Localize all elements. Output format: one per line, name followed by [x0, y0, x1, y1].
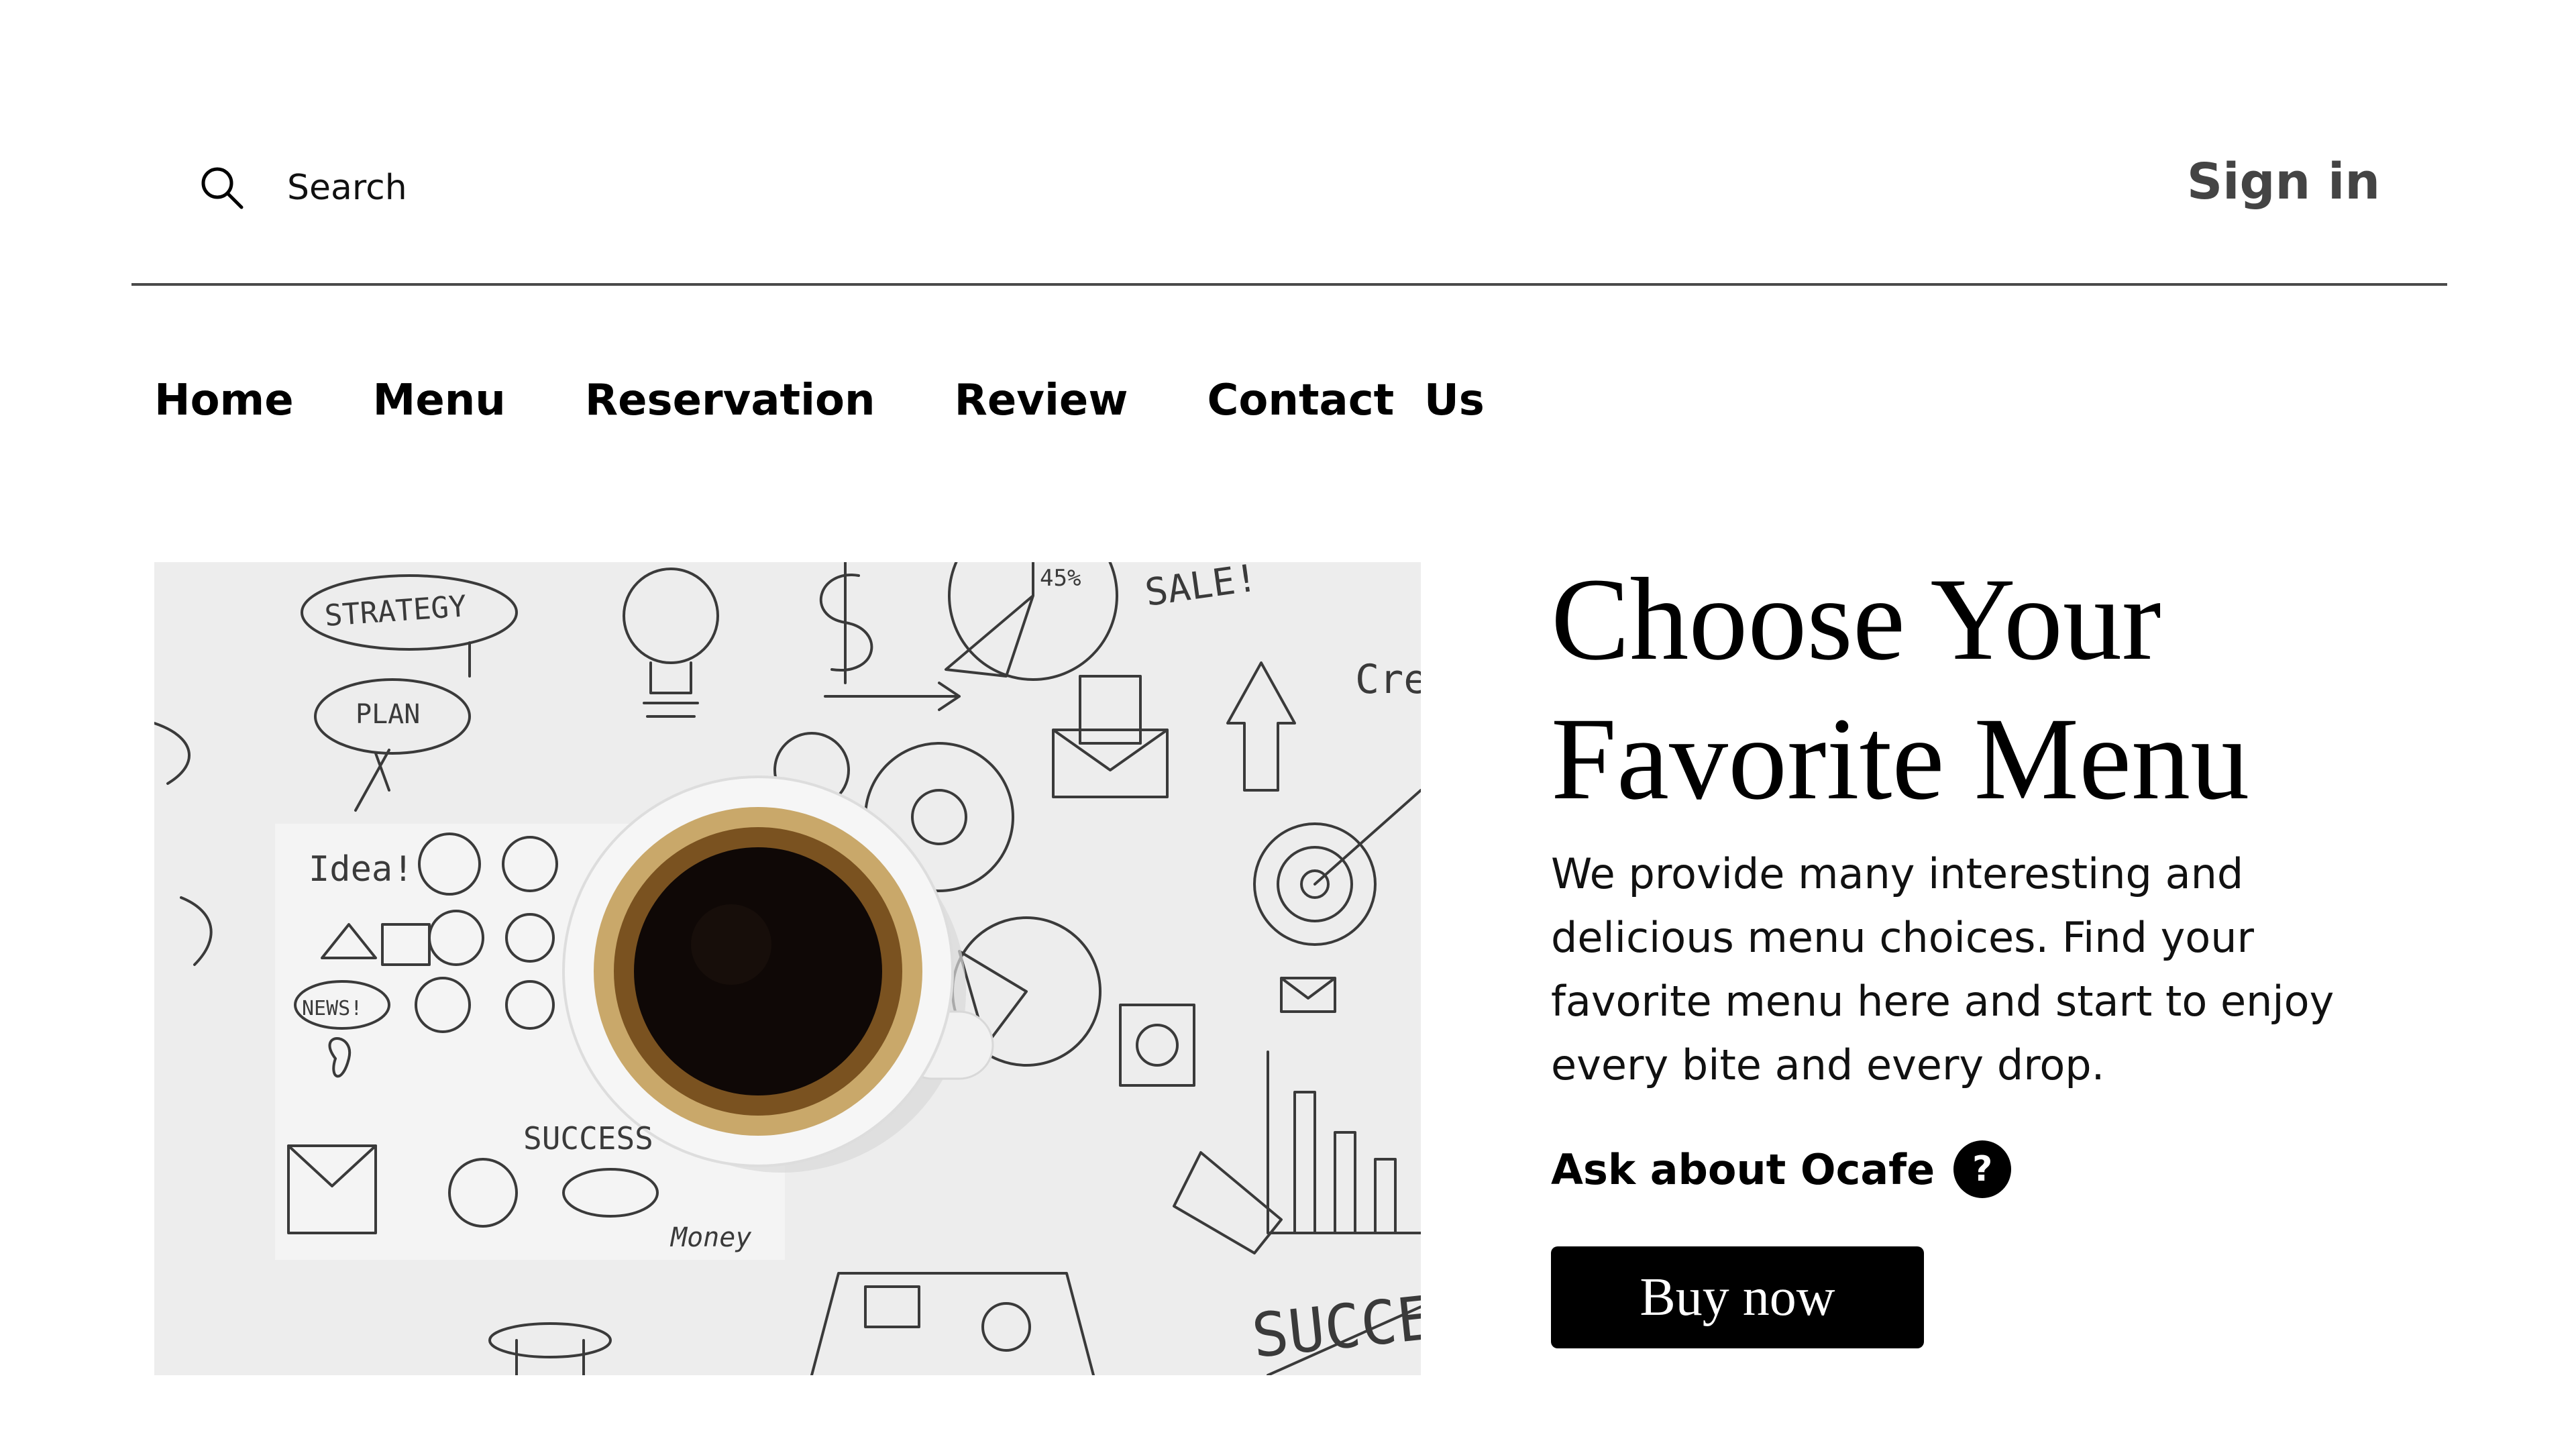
nav-item-menu[interactable]: Menu: [373, 376, 506, 425]
page: Sign in Home Menu Reservation Review Con…: [0, 0, 2576, 1449]
nav-item-reservation[interactable]: Reservation: [585, 376, 875, 425]
ask-about-link[interactable]: Ask about Ocafe ?: [1551, 1140, 2012, 1198]
hero-title: Choose Your Favorite Menu: [1551, 550, 2450, 829]
top-bar: Sign in: [131, 121, 2447, 286]
doodle-word-idea: Idea!: [309, 849, 414, 890]
search-icon[interactable]: [199, 164, 246, 211]
doodle-word-percent: 45%: [1040, 565, 1081, 592]
search-bar[interactable]: [199, 154, 891, 221]
coffee-doodle-illustration: STRATEGY PLAN SALE! 45% Idea! NEWS! SUCC…: [154, 562, 1421, 1375]
hero-title-line2: Favorite Menu: [1551, 694, 2250, 824]
doodle-word-plan: PLAN: [356, 699, 420, 730]
hero-description: We provide many interesting and deliciou…: [1551, 849, 2334, 1089]
hero-image: STRATEGY PLAN SALE! 45% Idea! NEWS! SUCC…: [154, 562, 1421, 1375]
nav-item-contact-us[interactable]: Contact Us: [1207, 376, 1484, 425]
ask-about-label: Ask about Ocafe: [1551, 1144, 1935, 1194]
hero-title-line1: Choose Your: [1551, 554, 2161, 685]
doodle-word-cre: Cre: [1355, 656, 1421, 703]
nav-item-home[interactable]: Home: [154, 376, 294, 425]
sign-in-link[interactable]: Sign in: [2187, 153, 2380, 211]
main-nav: Home Menu Reservation Review Contact Us: [154, 376, 1485, 425]
buy-now-button[interactable]: Buy now: [1551, 1246, 1924, 1348]
question-circle-icon[interactable]: ?: [1953, 1140, 2012, 1198]
doodle-word-money: Money: [669, 1222, 751, 1253]
search-input[interactable]: [287, 168, 891, 208]
nav-item-review[interactable]: Review: [955, 376, 1128, 425]
doodle-word-success: SUCCESS: [523, 1120, 653, 1157]
doodle-word-news: NEWS!: [302, 997, 362, 1020]
